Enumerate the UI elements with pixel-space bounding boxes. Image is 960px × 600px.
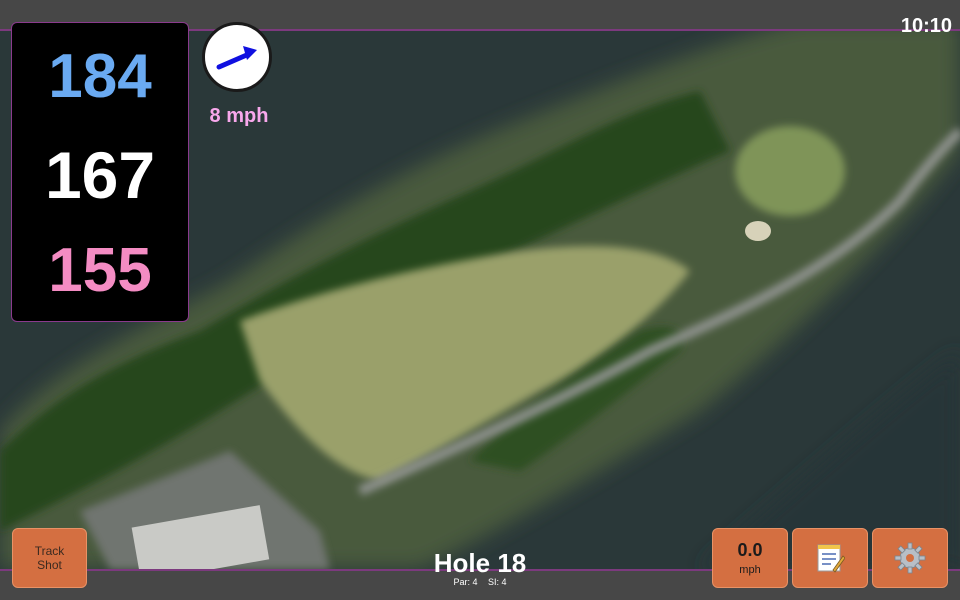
putting-green [735, 126, 845, 216]
clock: 10:10 [900, 15, 952, 37]
bunker [745, 221, 771, 241]
gear-icon [894, 542, 926, 574]
hole-title: Hole 18 [433, 548, 527, 578]
track-shot-label: Track Shot [34, 544, 65, 572]
speed-value: 0.0 [737, 540, 763, 560]
speed-unit: mph [739, 564, 761, 576]
front-yardage: 155 [48, 236, 152, 305]
speed-button[interactable]: 0.0 mph [712, 528, 788, 588]
middle-yardage: 167 [44, 138, 156, 212]
stroke-index-label: SI: 4 [488, 577, 507, 587]
track-shot-button[interactable]: Track Shot [12, 528, 87, 588]
wind-direction-dial [202, 22, 272, 92]
settings-button[interactable] [872, 528, 948, 588]
par-label: Par: 4 [453, 577, 478, 587]
hole-info: Par: 4 SI: 4 [380, 577, 580, 587]
yardage-panel: 184 167 155 [11, 22, 189, 322]
arrow-icon [216, 46, 257, 70]
back-yardage: 184 [48, 42, 152, 111]
notepad-icon [817, 544, 845, 573]
notes-button[interactable] [792, 528, 868, 588]
wind-speed: 8 mph [209, 105, 269, 127]
